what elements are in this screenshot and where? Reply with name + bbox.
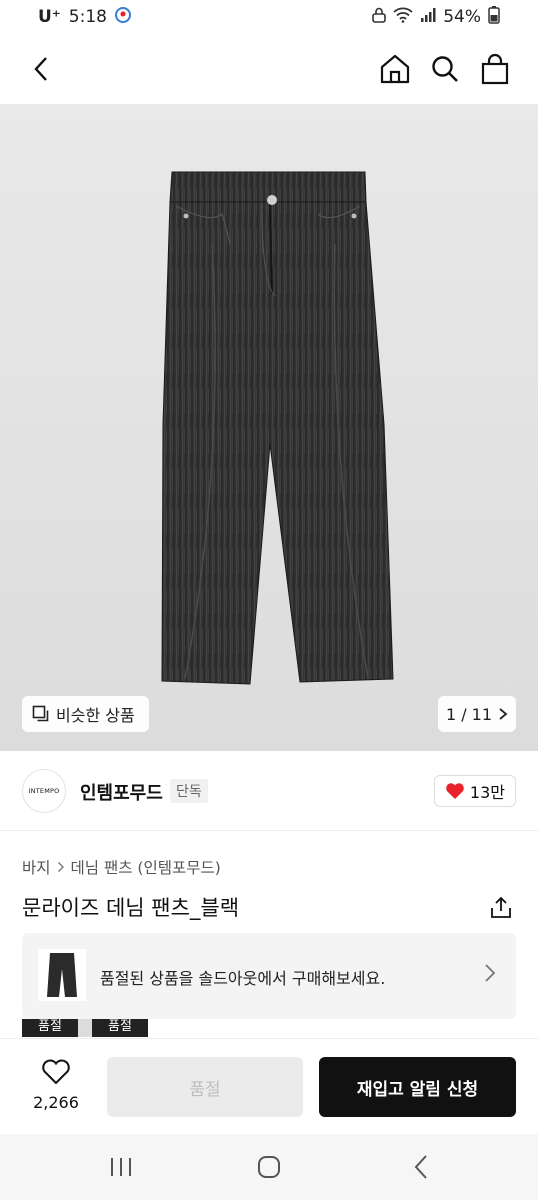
soldout-tag: 품절 <box>92 1019 148 1037</box>
breadcrumb-subcategory[interactable]: 데님 팬츠 (인템포무드) <box>71 856 221 878</box>
heart-filled-icon <box>446 783 464 799</box>
recent-apps-button[interactable] <box>106 1152 136 1182</box>
shopping-bag-icon <box>481 53 509 85</box>
home-button[interactable] <box>378 52 412 86</box>
tag-gap <box>78 1019 92 1037</box>
signal-icon <box>420 7 436 28</box>
brand-row: INTEMPO 인템포무드 단독 13만 <box>0 751 538 831</box>
search-icon <box>432 56 458 82</box>
home-nav-button[interactable] <box>254 1152 284 1182</box>
status-left: U⁺ 5:18 <box>38 6 131 28</box>
back-nav-button[interactable] <box>406 1152 436 1182</box>
soldout-tag: 품절 <box>22 1019 78 1037</box>
carrier-label: U⁺ <box>38 7 61 27</box>
status-bar: U⁺ 5:18 54% <box>0 0 538 34</box>
battery-label: 54% <box>443 7 481 27</box>
product-image-carousel[interactable]: 비슷한 상품 1 / 11 <box>0 104 538 751</box>
restock-alert-button[interactable]: 재입고 알림 신청 <box>319 1057 516 1117</box>
back-button[interactable] <box>24 52 58 86</box>
brand-like-button[interactable]: 13만 <box>433 775 516 807</box>
lock-icon <box>372 7 387 28</box>
chevron-right-icon <box>57 862 64 872</box>
pager-label: 1 / 11 <box>445 704 493 724</box>
wishlist-button[interactable]: 2,266 <box>22 1059 90 1112</box>
share-icon <box>491 896 511 918</box>
similar-products-label: 비슷한 상품 <box>56 706 135 725</box>
bottom-action-bar: 2,266 품절 재입고 알림 신청 <box>0 1038 538 1134</box>
heart-outline-icon <box>42 1059 70 1085</box>
breadcrumb-category[interactable]: 바지 <box>22 856 51 878</box>
app-header <box>0 34 538 104</box>
back-icon <box>34 57 47 81</box>
home-circle-icon <box>258 1156 280 1178</box>
home-icon <box>380 54 410 84</box>
product-photo-jeans <box>161 171 394 685</box>
soldout-thumbnail <box>38 949 86 1001</box>
wifi-icon <box>393 7 413 28</box>
status-right: 54% <box>372 5 500 29</box>
cart-button[interactable] <box>478 52 512 86</box>
share-button[interactable] <box>488 894 514 920</box>
similar-products-button[interactable]: 비슷한 상품 <box>22 696 149 732</box>
copy-icon <box>32 705 49 722</box>
soldout-banner-text: 품절된 상품을 솔드아웃에서 구매해보세요. <box>100 969 386 988</box>
clock: 5:18 <box>68 7 107 27</box>
chevron-right-icon <box>499 708 508 720</box>
location-icon <box>114 6 131 28</box>
brand-logo[interactable]: INTEMPO <box>22 769 66 813</box>
search-button[interactable] <box>428 52 462 86</box>
breadcrumb: 바지 데님 팬츠 (인템포무드) <box>22 856 221 878</box>
brand-name[interactable]: 인템포무드 <box>80 779 163 805</box>
battery-icon <box>488 5 500 29</box>
wishlist-count: 2,266 <box>33 1093 79 1112</box>
recent-apps-icon <box>111 1158 131 1176</box>
chevron-right-icon <box>485 964 496 982</box>
back-nav-icon <box>414 1155 427 1179</box>
soldout-tags: 품절 품절 <box>22 1019 148 1037</box>
soldout-button[interactable]: 품절 <box>107 1057 303 1117</box>
image-pager[interactable]: 1 / 11 <box>438 696 516 732</box>
product-title: 문라이즈 데님 팬츠_블랙 <box>22 896 240 920</box>
brand-logo-text: INTEMPO <box>28 787 60 795</box>
exclusive-badge: 단독 <box>170 779 208 803</box>
brand-like-count: 13만 <box>469 783 505 802</box>
system-nav-bar <box>0 1134 538 1200</box>
soldout-banner[interactable]: 품절된 상품을 솔드아웃에서 구매해보세요. <box>22 933 516 1019</box>
